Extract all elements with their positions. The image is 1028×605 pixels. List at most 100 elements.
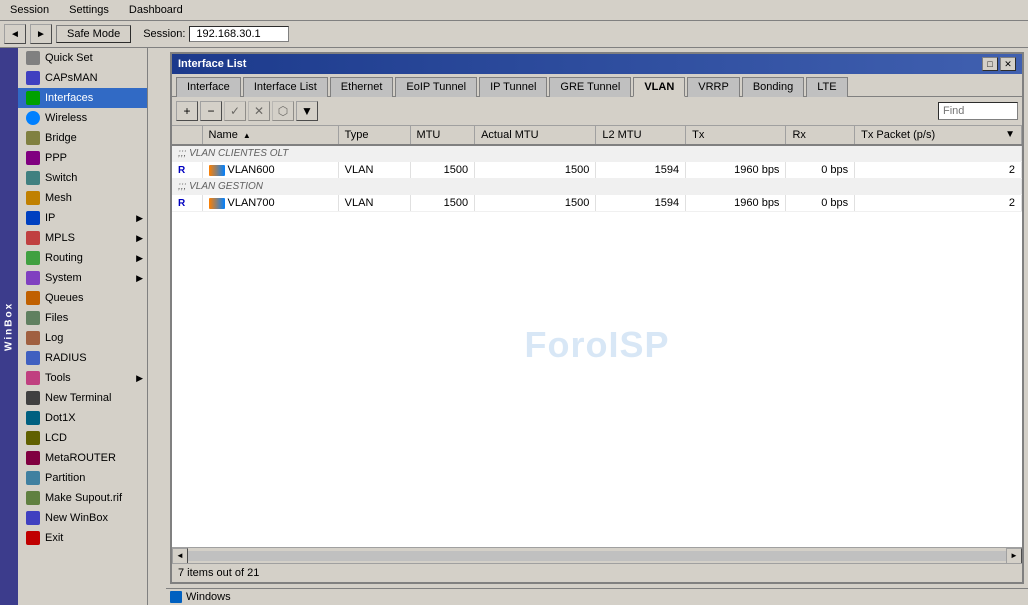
- sidebar-item-lcd[interactable]: LCD: [18, 428, 147, 448]
- sidebar-item-label: RADIUS: [45, 352, 87, 364]
- scroll-left-button[interactable]: ◄: [172, 548, 188, 564]
- row-flag: R: [172, 162, 202, 179]
- radius-icon: [26, 351, 40, 365]
- sidebar-item-label: Bridge: [45, 132, 77, 144]
- tab-lte[interactable]: LTE: [806, 77, 847, 97]
- tab-bonding[interactable]: Bonding: [742, 77, 804, 97]
- disable-button[interactable]: ✕: [248, 101, 270, 121]
- col-mtu[interactable]: MTU: [410, 126, 475, 145]
- row-type: VLAN: [338, 195, 410, 212]
- vlan-table: Name ▲ Type MTU Actual MTU L2 MTU Tx Rx …: [172, 126, 1022, 212]
- expand-arrow-icon: ▶: [136, 273, 143, 284]
- sidebar-item-log[interactable]: Log: [18, 328, 147, 348]
- tab-eoip-tunnel[interactable]: EoIP Tunnel: [395, 77, 477, 97]
- menubar: Session Settings Dashboard: [0, 0, 1028, 21]
- sidebar-item-bridge[interactable]: Bridge: [18, 128, 147, 148]
- interface-icon: [209, 198, 225, 209]
- sidebar-item-label: New Terminal: [45, 392, 111, 404]
- menu-session[interactable]: Session: [4, 2, 55, 18]
- col-tx-packet[interactable]: Tx Packet (p/s) ▼: [855, 126, 1022, 145]
- tab-interface[interactable]: Interface: [176, 77, 241, 97]
- row-name: VLAN700: [202, 195, 338, 212]
- col-name[interactable]: Name ▲: [202, 126, 338, 145]
- row-actual-mtu: 1500: [475, 162, 596, 179]
- sidebar-item-mpls[interactable]: MPLS▶: [18, 228, 147, 248]
- col-tx[interactable]: Tx: [686, 126, 786, 145]
- windows-label: Windows: [186, 591, 231, 603]
- forward-button[interactable]: ►: [30, 24, 52, 44]
- add-button[interactable]: +: [176, 101, 198, 121]
- sidebar-item-new-terminal[interactable]: New Terminal: [18, 388, 147, 408]
- sidebar-item-files[interactable]: Files: [18, 308, 147, 328]
- sidebar-item-make-supout[interactable]: Make Supout.rif: [18, 488, 147, 508]
- safe-mode-button[interactable]: Safe Mode: [56, 25, 131, 43]
- menu-settings[interactable]: Settings: [63, 2, 115, 18]
- sidebar-item-label: PPP: [45, 152, 67, 164]
- sidebar-item-label: Switch: [45, 172, 77, 184]
- tab-vlan[interactable]: VLAN: [633, 77, 685, 97]
- new-terminal-icon: [26, 391, 40, 405]
- row-type: VLAN: [338, 162, 410, 179]
- sidebar-item-wireless[interactable]: Wireless: [18, 108, 147, 128]
- sidebar-item-queues[interactable]: Queues: [18, 288, 147, 308]
- window-restore-button[interactable]: □: [982, 57, 998, 71]
- sidebar-item-new-winbox[interactable]: New WinBox: [18, 508, 147, 528]
- sidebar-item-ppp[interactable]: PPP: [18, 148, 147, 168]
- scroll-track[interactable]: [188, 551, 1006, 561]
- window-close-button[interactable]: ✕: [1000, 57, 1016, 71]
- mesh-icon: [26, 191, 40, 205]
- col-type[interactable]: Type: [338, 126, 410, 145]
- sidebar-item-metarouter[interactable]: MetaROUTER: [18, 448, 147, 468]
- system-icon: [26, 271, 40, 285]
- sidebar-item-mesh[interactable]: Mesh: [18, 188, 147, 208]
- sidebar-item-label: Make Supout.rif: [45, 492, 122, 504]
- interface-list-window: Interface List □ ✕ InterfaceInterface Li…: [170, 52, 1024, 584]
- horizontal-scrollbar[interactable]: ◄ ►: [172, 547, 1022, 563]
- tab-interface-list[interactable]: Interface List: [243, 77, 328, 97]
- col-rx[interactable]: Rx: [786, 126, 855, 145]
- sidebar-item-label: LCD: [45, 432, 67, 444]
- col-l2-mtu[interactable]: L2 MTU: [596, 126, 686, 145]
- copy-button[interactable]: ⬡: [272, 101, 294, 121]
- sidebar-item-label: Queues: [45, 292, 84, 304]
- sidebar-item-dot1x[interactable]: Dot1X: [18, 408, 147, 428]
- tab-gre-tunnel[interactable]: GRE Tunnel: [549, 77, 631, 97]
- sidebar-item-capsman[interactable]: CAPsMAN: [18, 68, 147, 88]
- sidebar-item-quick-set[interactable]: Quick Set: [18, 48, 147, 68]
- tab-vrrp[interactable]: VRRP: [687, 77, 740, 97]
- sidebar-item-interfaces[interactable]: Interfaces: [18, 88, 147, 108]
- sidebar-item-radius[interactable]: RADIUS: [18, 348, 147, 368]
- menu-dashboard[interactable]: Dashboard: [123, 2, 189, 18]
- table-row[interactable]: RVLAN600VLAN1500150015941960 bps0 bps2: [172, 162, 1022, 179]
- sidebar-item-label: Wireless: [45, 112, 87, 124]
- tab-ip-tunnel[interactable]: IP Tunnel: [479, 77, 547, 97]
- sidebar-item-routing[interactable]: Routing▶: [18, 248, 147, 268]
- sidebar-item-switch[interactable]: Switch: [18, 168, 147, 188]
- interfaces-icon: [26, 91, 40, 105]
- table-row[interactable]: RVLAN700VLAN1500150015941960 bps0 bps2: [172, 195, 1022, 212]
- enable-button[interactable]: ✓: [224, 101, 246, 121]
- group-header-row: ;;; VLAN GESTION: [172, 179, 1022, 195]
- status-text: 7 items out of 21: [178, 567, 259, 579]
- row-flag: R: [172, 195, 202, 212]
- row-tx-packet: 2: [855, 162, 1022, 179]
- sidebar-item-system[interactable]: System▶: [18, 268, 147, 288]
- scroll-right-button[interactable]: ►: [1006, 548, 1022, 564]
- sidebar-item-exit[interactable]: Exit: [18, 528, 147, 548]
- tab-ethernet[interactable]: Ethernet: [330, 77, 394, 97]
- sidebar-item-label: IP: [45, 212, 55, 224]
- back-button[interactable]: ◄: [4, 24, 26, 44]
- group-header-row: ;;; VLAN CLIENTES OLT: [172, 145, 1022, 162]
- col-actual-mtu[interactable]: Actual MTU: [475, 126, 596, 145]
- remove-button[interactable]: −: [200, 101, 222, 121]
- col-flag[interactable]: [172, 126, 202, 145]
- sidebar-item-partition[interactable]: Partition: [18, 468, 147, 488]
- search-input[interactable]: [938, 102, 1018, 120]
- filter-button[interactable]: ▼: [296, 101, 318, 121]
- queues-icon: [26, 291, 40, 305]
- sidebar-item-tools[interactable]: Tools▶: [18, 368, 147, 388]
- sidebar-item-ip[interactable]: IP▶: [18, 208, 147, 228]
- sidebar-item-label: Partition: [45, 472, 85, 484]
- dot1x-icon: [26, 411, 40, 425]
- winbox-side-label: WinBox: [0, 48, 18, 605]
